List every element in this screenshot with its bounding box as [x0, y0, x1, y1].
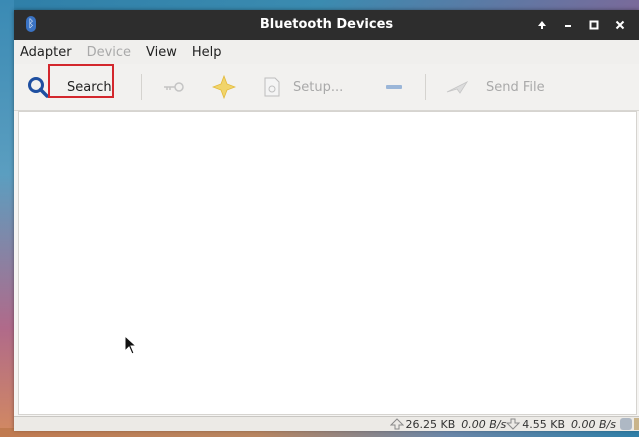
maximize-icon — [589, 20, 599, 30]
arrow-up-icon — [538, 21, 546, 29]
upload-arrow-icon — [389, 418, 404, 430]
menu-bar: Adapter Device View Help — [14, 40, 639, 64]
send-file-button[interactable]: Send File — [446, 64, 545, 110]
device-list[interactable] — [18, 111, 637, 415]
menu-help[interactable]: Help — [192, 45, 222, 60]
menu-device[interactable]: Device — [87, 45, 131, 60]
setup-button-label: Setup... — [293, 79, 344, 95]
upload-rate: 0.00 B/s — [461, 417, 507, 431]
minimize-icon — [565, 25, 571, 27]
send-file-button-label: Send File — [486, 79, 545, 95]
maximize-button[interactable] — [581, 10, 607, 40]
keep-above-button[interactable] — [529, 10, 555, 40]
mouse-cursor-icon — [124, 334, 138, 361]
search-icon — [26, 75, 50, 99]
download-rate: 0.00 B/s — [571, 417, 616, 431]
menu-view[interactable]: View — [146, 45, 177, 60]
close-button[interactable] — [607, 10, 633, 40]
download-arrow-icon — [506, 418, 521, 430]
pair-button[interactable] — [162, 64, 186, 110]
minus-icon — [386, 85, 402, 89]
toolbar-separator — [141, 74, 142, 100]
toolbar-separator — [425, 74, 426, 100]
title-bar[interactable]: ᛒ Bluetooth Devices — [14, 10, 639, 40]
star-icon — [212, 75, 236, 99]
document-icon — [264, 77, 280, 97]
status-indicator-icon — [620, 418, 632, 430]
desktop-background-left — [0, 0, 14, 437]
send-icon — [446, 81, 468, 94]
status-bar: 26.25 KB 0.00 B/s 4.55 KB 0.00 B/s — [14, 416, 639, 431]
search-button-highlight — [48, 64, 114, 98]
download-total: 4.55 KB — [522, 417, 566, 431]
upload-total: 26.25 KB — [405, 417, 456, 431]
remove-button[interactable] — [386, 64, 402, 110]
setup-button[interactable]: Setup... — [264, 64, 343, 110]
status-indicator-secondary-icon — [634, 418, 639, 430]
trust-button[interactable] — [212, 64, 236, 110]
menu-adapter[interactable]: Adapter — [20, 45, 72, 60]
close-icon — [615, 20, 625, 30]
key-icon — [164, 82, 184, 92]
minimize-button[interactable] — [555, 10, 581, 40]
